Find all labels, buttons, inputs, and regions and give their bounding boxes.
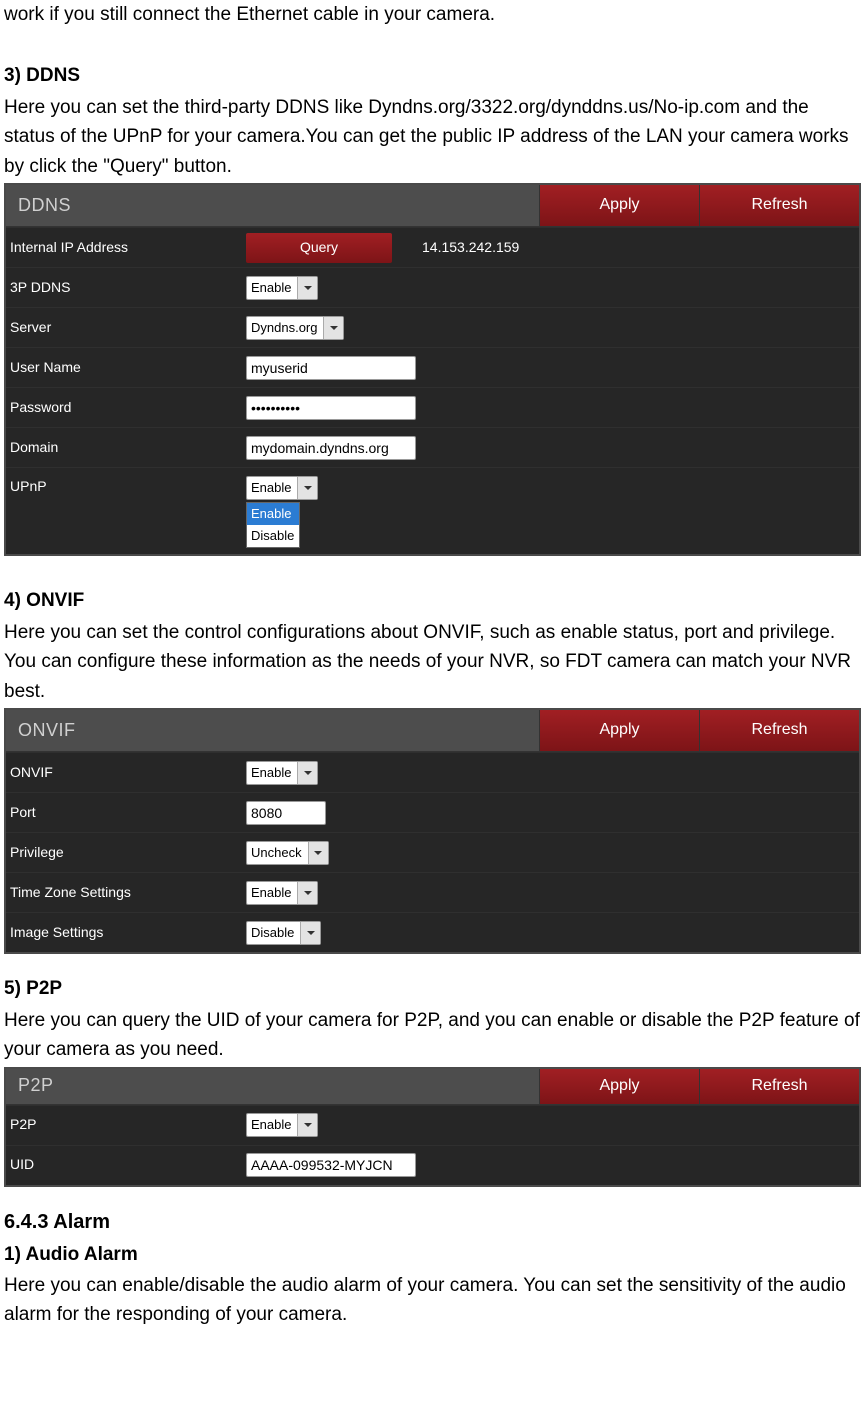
intro-text: work if you still connect the Ethernet c… <box>4 0 861 29</box>
chevron-down-icon <box>297 477 317 499</box>
domain-input[interactable] <box>246 436 416 460</box>
chevron-down-icon <box>297 762 317 784</box>
upnp-dropdown-list[interactable]: Enable Disable <box>246 502 300 548</box>
chevron-down-icon <box>300 922 320 944</box>
chevron-down-icon <box>297 882 317 904</box>
upnp-option-disable[interactable]: Disable <box>247 525 299 547</box>
p2p-heading: 5) P2P <box>4 974 861 1003</box>
onvif-label: ONVIF <box>8 762 246 784</box>
username-label: User Name <box>8 357 246 379</box>
server-select[interactable]: Dyndns.org <box>246 316 344 340</box>
apply-button[interactable]: Apply <box>539 185 699 226</box>
ddns-panel: DDNS Apply Refresh Internal IP Address Q… <box>4 183 861 556</box>
password-label: Password <box>8 397 246 419</box>
p2p-select[interactable]: Enable <box>246 1113 318 1137</box>
p2p-description: Here you can query the UID of your camer… <box>4 1006 861 1065</box>
panel-title: ONVIF <box>18 717 539 745</box>
chevron-down-icon <box>323 317 343 339</box>
apply-button[interactable]: Apply <box>539 1069 699 1104</box>
alarm-section-heading: 6.4.3 Alarm <box>4 1207 861 1238</box>
port-input[interactable] <box>246 801 326 825</box>
ddns-description: Here you can set the third-party DDNS li… <box>4 93 861 181</box>
panel-title: P2P <box>18 1072 539 1100</box>
query-button[interactable]: Query <box>246 233 392 263</box>
upnp-label: UPnP <box>8 476 246 498</box>
apply-button[interactable]: Apply <box>539 710 699 751</box>
username-input[interactable] <box>246 356 416 380</box>
uid-input[interactable] <box>246 1153 416 1177</box>
p2p-panel: P2P Apply Refresh P2P Enable UID <box>4 1067 861 1187</box>
audio-alarm-description: Here you can enable/disable the audio al… <box>4 1271 861 1330</box>
onvif-select[interactable]: Enable <box>246 761 318 785</box>
privilege-select[interactable]: Uncheck <box>246 841 329 865</box>
password-input[interactable] <box>246 396 416 420</box>
chevron-down-icon <box>297 277 317 299</box>
image-settings-select[interactable]: Disable <box>246 921 321 945</box>
refresh-button[interactable]: Refresh <box>699 710 859 751</box>
p2p-label: P2P <box>8 1114 246 1136</box>
refresh-button[interactable]: Refresh <box>699 1069 859 1104</box>
upnp-option-enable[interactable]: Enable <box>247 503 299 525</box>
chevron-down-icon <box>308 842 328 864</box>
upnp-select[interactable]: Enable <box>246 476 318 500</box>
panel-title: DDNS <box>18 192 539 220</box>
onvif-heading: 4) ONVIF <box>4 586 861 615</box>
audio-alarm-heading: 1) Audio Alarm <box>4 1240 861 1269</box>
onvif-panel: ONVIF Apply Refresh ONVIF Enable Port Pr… <box>4 708 861 954</box>
server-label: Server <box>8 317 246 339</box>
image-settings-label: Image Settings <box>8 922 246 944</box>
port-label: Port <box>8 802 246 824</box>
uid-label: UID <box>8 1154 246 1176</box>
onvif-description: Here you can set the control configurati… <box>4 618 861 706</box>
domain-label: Domain <box>8 437 246 459</box>
timezone-select[interactable]: Enable <box>246 881 318 905</box>
ddns-heading: 3) DDNS <box>4 61 861 90</box>
3p-ddns-select[interactable]: Enable <box>246 276 318 300</box>
timezone-label: Time Zone Settings <box>8 882 246 904</box>
internal-ip-value: 14.153.242.159 <box>422 237 519 259</box>
internal-ip-label: Internal IP Address <box>8 237 246 259</box>
privilege-label: Privilege <box>8 842 246 864</box>
chevron-down-icon <box>297 1114 317 1136</box>
3p-ddns-label: 3P DDNS <box>8 277 246 299</box>
refresh-button[interactable]: Refresh <box>699 185 859 226</box>
